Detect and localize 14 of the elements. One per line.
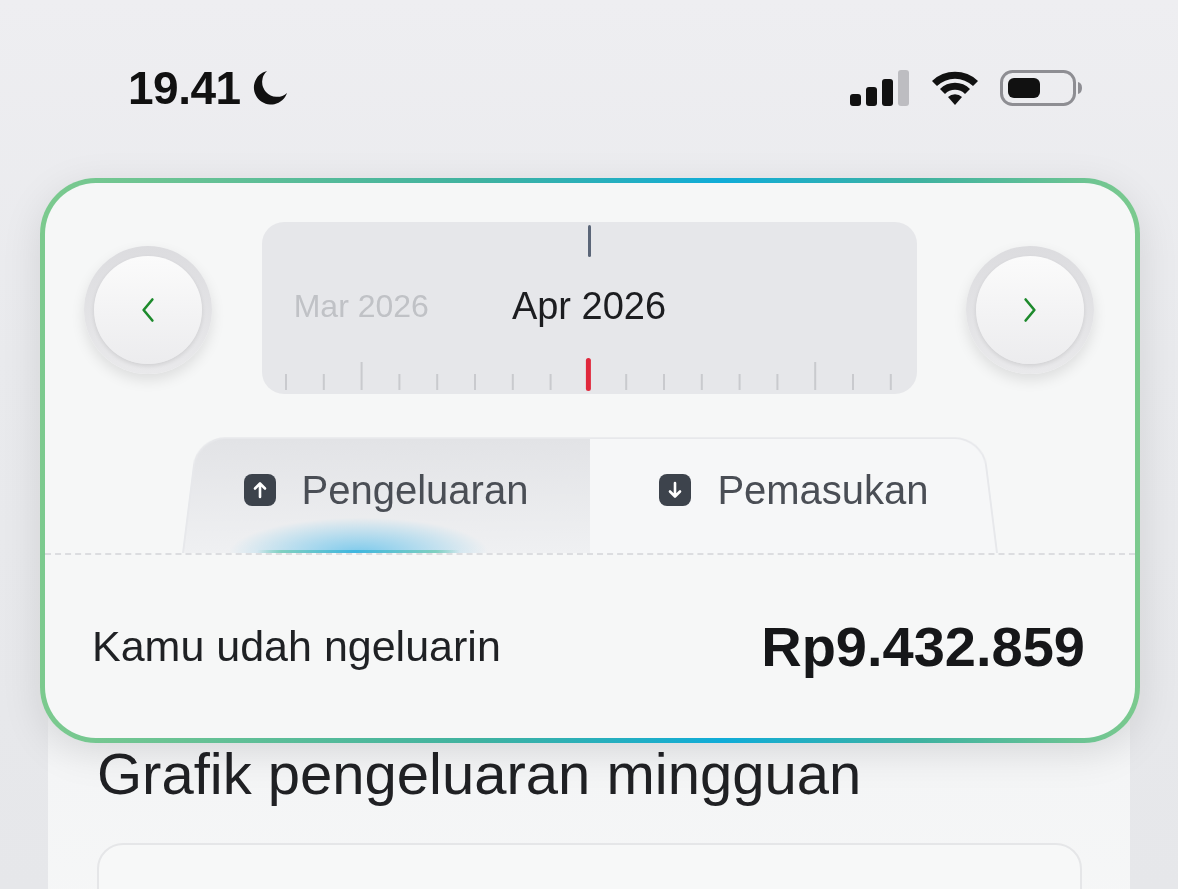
signal-icon <box>850 70 910 106</box>
current-month-marker <box>585 358 591 391</box>
chevron-left-icon <box>141 297 155 323</box>
tab[interactable]: Pengeluaran <box>182 432 590 553</box>
status-time: 19.41 <box>128 65 241 111</box>
spent-label: Kamu udah ngeluarin <box>92 622 501 671</box>
tab[interactable]: Pemasukan <box>590 432 998 553</box>
wifi-icon <box>930 70 980 106</box>
battery-icon <box>1000 70 1082 106</box>
spent-amount: Rp9.432.859 <box>761 614 1085 679</box>
chevron-right-icon <box>1023 297 1037 323</box>
month-label[interactable]: Apr 2026 <box>511 284 667 327</box>
arrow-up-icon <box>243 473 276 506</box>
arrow-down-icon <box>659 473 692 506</box>
